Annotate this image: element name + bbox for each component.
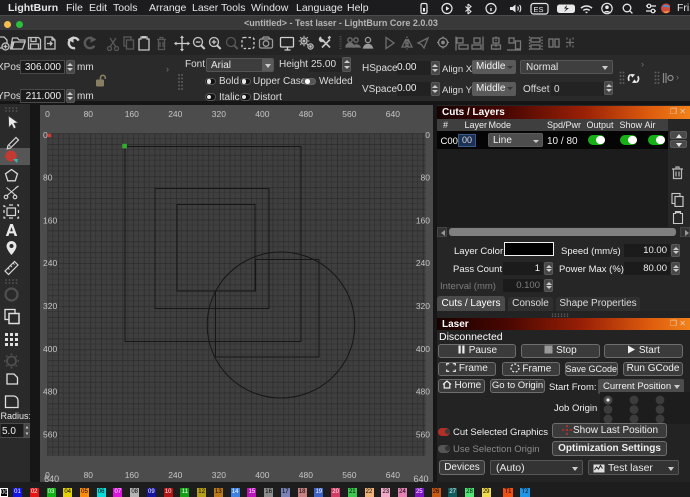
svg-text:240: 240 — [43, 258, 57, 268]
svg-text:640: 640 — [386, 470, 400, 480]
svg-text:400: 400 — [416, 343, 430, 353]
svg-text:240: 240 — [168, 470, 182, 480]
svg-text:560: 560 — [342, 470, 356, 480]
svg-text:480: 480 — [299, 109, 313, 119]
svg-text:160: 160 — [125, 470, 139, 480]
svg-text:ES: ES — [534, 5, 544, 14]
svg-text:0: 0 — [425, 129, 430, 139]
svg-text:400: 400 — [255, 109, 269, 119]
svg-text:400: 400 — [43, 343, 57, 353]
svg-text:160: 160 — [125, 109, 139, 119]
svg-text:80: 80 — [84, 109, 94, 119]
svg-text:Radius:: Radius: — [1, 411, 31, 421]
svg-text:160: 160 — [416, 215, 430, 225]
svg-text:0: 0 — [43, 129, 48, 139]
svg-text:560: 560 — [43, 429, 57, 439]
svg-text:0: 0 — [45, 109, 50, 119]
svg-text:240: 240 — [416, 258, 430, 268]
svg-text:5.0: 5.0 — [2, 426, 16, 437]
svg-text:480: 480 — [299, 470, 313, 480]
svg-text:480: 480 — [416, 386, 430, 396]
svg-text:240: 240 — [168, 109, 182, 119]
svg-text:560: 560 — [416, 429, 430, 439]
svg-text:80: 80 — [421, 172, 431, 182]
svg-text:400: 400 — [255, 470, 269, 480]
svg-text:480: 480 — [43, 386, 57, 396]
svg-text:160: 160 — [43, 215, 57, 225]
svg-text:320: 320 — [43, 301, 57, 311]
svg-text:640: 640 — [386, 109, 400, 119]
svg-text:560: 560 — [342, 109, 356, 119]
svg-text:80: 80 — [84, 470, 94, 480]
svg-text:320: 320 — [416, 301, 430, 311]
svg-text:80: 80 — [43, 172, 53, 182]
svg-text:320: 320 — [212, 109, 226, 119]
svg-text:320: 320 — [212, 470, 226, 480]
